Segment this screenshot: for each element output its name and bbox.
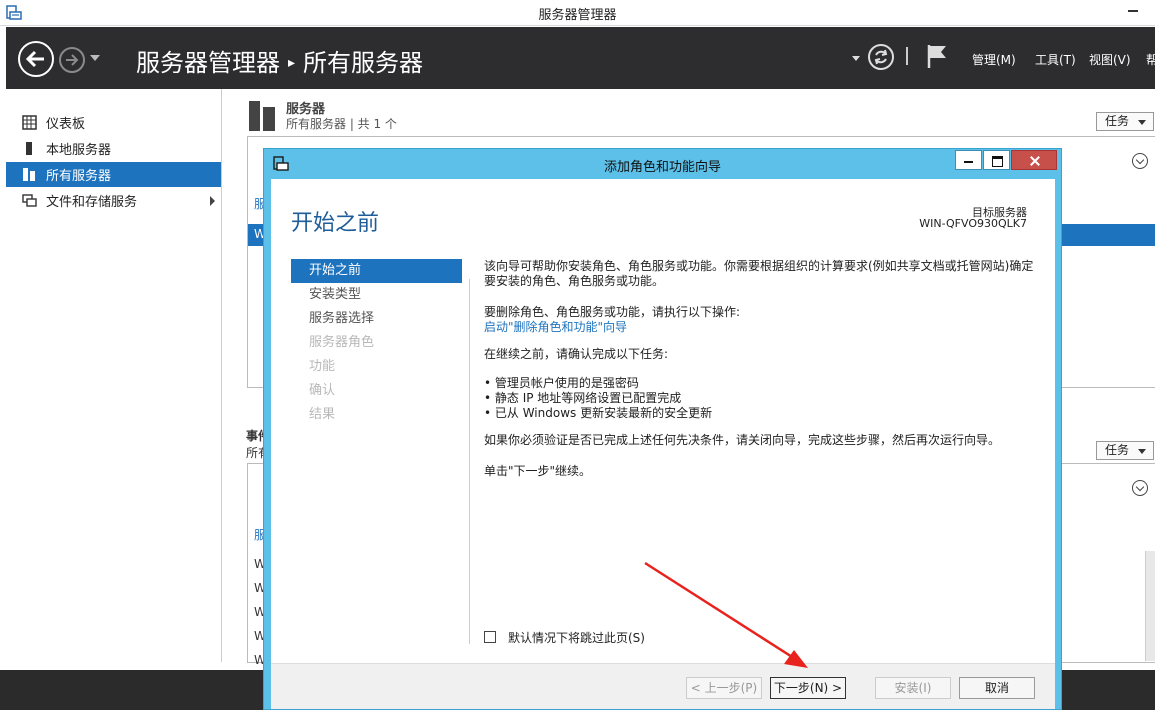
- storage-icon: [22, 194, 37, 207]
- skip-page-checkbox[interactable]: [484, 631, 496, 643]
- step-before-you-begin[interactable]: 开始之前: [291, 259, 462, 283]
- sidebar-item-file-storage[interactable]: 文件和存储服务: [6, 188, 221, 213]
- step-confirmation: 确认: [309, 383, 336, 398]
- menu-tools[interactable]: 工具(T): [1035, 51, 1076, 68]
- sidebar-item-local-server[interactable]: 本地服务器: [6, 136, 221, 161]
- dialog-maximize-button[interactable]: [983, 150, 1010, 170]
- breadcrumb: 服务器管理器 ▸ 所有服务器: [136, 43, 423, 78]
- breadcrumb-root[interactable]: 服务器管理器: [136, 49, 280, 77]
- back-button[interactable]: [18, 41, 54, 77]
- sidebar-item-label: 文件和存储服务: [46, 195, 138, 210]
- step-results: 结果: [309, 407, 336, 422]
- step-server-roles: 服务器角色: [309, 335, 375, 350]
- intro-text-line2: 要安装的角色、角色服务或功能。: [484, 274, 665, 288]
- next-button[interactable]: 下一步(N) >: [770, 677, 846, 699]
- menu-help[interactable]: 帮: [1146, 51, 1155, 68]
- prereq-bullet: • 已从 Windows 更新安装最新的安全更新: [484, 406, 713, 420]
- breadcrumb-separator-icon: ▸: [288, 55, 296, 71]
- steps-divider: [469, 279, 470, 644]
- install-button[interactable]: 安装(I): [875, 677, 951, 699]
- continue-text: 单击"下一步"继续。: [484, 464, 592, 478]
- menu-manage[interactable]: 管理(M): [972, 51, 1016, 68]
- step-server-selection[interactable]: 服务器选择: [291, 307, 462, 331]
- server-icon: [26, 142, 32, 155]
- step-features: 功能: [309, 359, 336, 374]
- cancel-button[interactable]: 取消: [959, 677, 1035, 699]
- page-title: 开始之前: [291, 211, 380, 236]
- verify-text: 如果你必须验证是否已完成上述任何先决条件，请关闭向导，完成这些步骤，然后再次运行…: [484, 433, 1001, 447]
- sidebar-item-label: 本地服务器: [46, 143, 112, 158]
- minimize-button[interactable]: [1110, 0, 1155, 20]
- sidebar-item-all-servers[interactable]: 所有服务器: [6, 162, 221, 187]
- servers-group-icon: [249, 101, 275, 131]
- header-divider: [906, 47, 908, 65]
- window-title: 服务器管理器: [538, 8, 617, 23]
- window-titlebar: 服务器管理器: [0, 0, 1155, 26]
- notification-flag-icon[interactable]: [926, 43, 948, 69]
- events-tasks-button[interactable]: 任务: [1096, 441, 1154, 460]
- skip-page-label[interactable]: 默认情况下将跳过此页(S): [508, 629, 645, 646]
- refresh-icon: [874, 49, 888, 65]
- intro-text-line1: 该向导可帮助你安装角色、角色服务或功能。你需要根据组织的计算要求(例如共享文档或…: [484, 259, 1034, 273]
- header-dropdown-icon[interactable]: [852, 56, 860, 61]
- servers-icon: [23, 168, 35, 181]
- sidebar: 仪表板 本地服务器 所有服务器 文件和存储服务: [6, 89, 222, 662]
- servers-tasks-button[interactable]: 任务: [1096, 112, 1154, 131]
- refresh-button[interactable]: [868, 44, 894, 70]
- step-installation-type[interactable]: 安装类型: [291, 283, 462, 307]
- target-server-name: WIN-QFVO930QLK7: [919, 217, 1027, 230]
- history-dropdown-icon[interactable]: [90, 55, 100, 61]
- dialog-close-button[interactable]: [1011, 150, 1057, 170]
- app-header: 服务器管理器 ▸ 所有服务器 管理(M) 工具(T) 视图(V) 帮: [6, 27, 1155, 89]
- dialog-title: 添加角色和功能向导: [603, 160, 721, 175]
- arrow-right-icon: [66, 54, 79, 66]
- annotation-arrow-icon: [644, 561, 808, 668]
- servers-subtitle: 所有服务器 | 共 1 个: [286, 117, 397, 131]
- dialog-titlebar[interactable]: 添加角色和功能向导: [264, 149, 1061, 177]
- servers-collapse-icon[interactable]: [1132, 153, 1148, 169]
- confirm-text: 在继续之前，请确认完成以下任务:: [484, 347, 669, 361]
- sidebar-item-dashboard[interactable]: 仪表板: [6, 110, 221, 135]
- dialog-minimize-button[interactable]: [955, 150, 982, 170]
- expand-arrow-icon[interactable]: [210, 196, 215, 206]
- previous-button[interactable]: < 上一步(P): [686, 677, 762, 699]
- sidebar-item-label: 仪表板: [46, 117, 86, 132]
- remove-roles-link[interactable]: 启动"删除角色和功能"向导: [484, 320, 627, 335]
- breadcrumb-current: 所有服务器: [303, 49, 424, 77]
- menu-view[interactable]: 视图(V): [1089, 51, 1131, 68]
- dashboard-icon: [22, 115, 37, 130]
- sidebar-item-label: 所有服务器: [46, 169, 112, 184]
- forward-button[interactable]: [59, 47, 85, 73]
- remove-instruction: 要删除角色、角色服务或功能，请执行以下操作:: [484, 305, 741, 319]
- prereq-bullet: • 静态 IP 地址等网络设置已配置完成: [484, 391, 682, 405]
- events-scrollbar[interactable]: [1145, 551, 1155, 661]
- events-collapse-icon[interactable]: [1132, 480, 1148, 496]
- arrow-left-icon: [25, 50, 44, 68]
- prereq-bullet: • 管理员帐户使用的是强密码: [484, 376, 639, 390]
